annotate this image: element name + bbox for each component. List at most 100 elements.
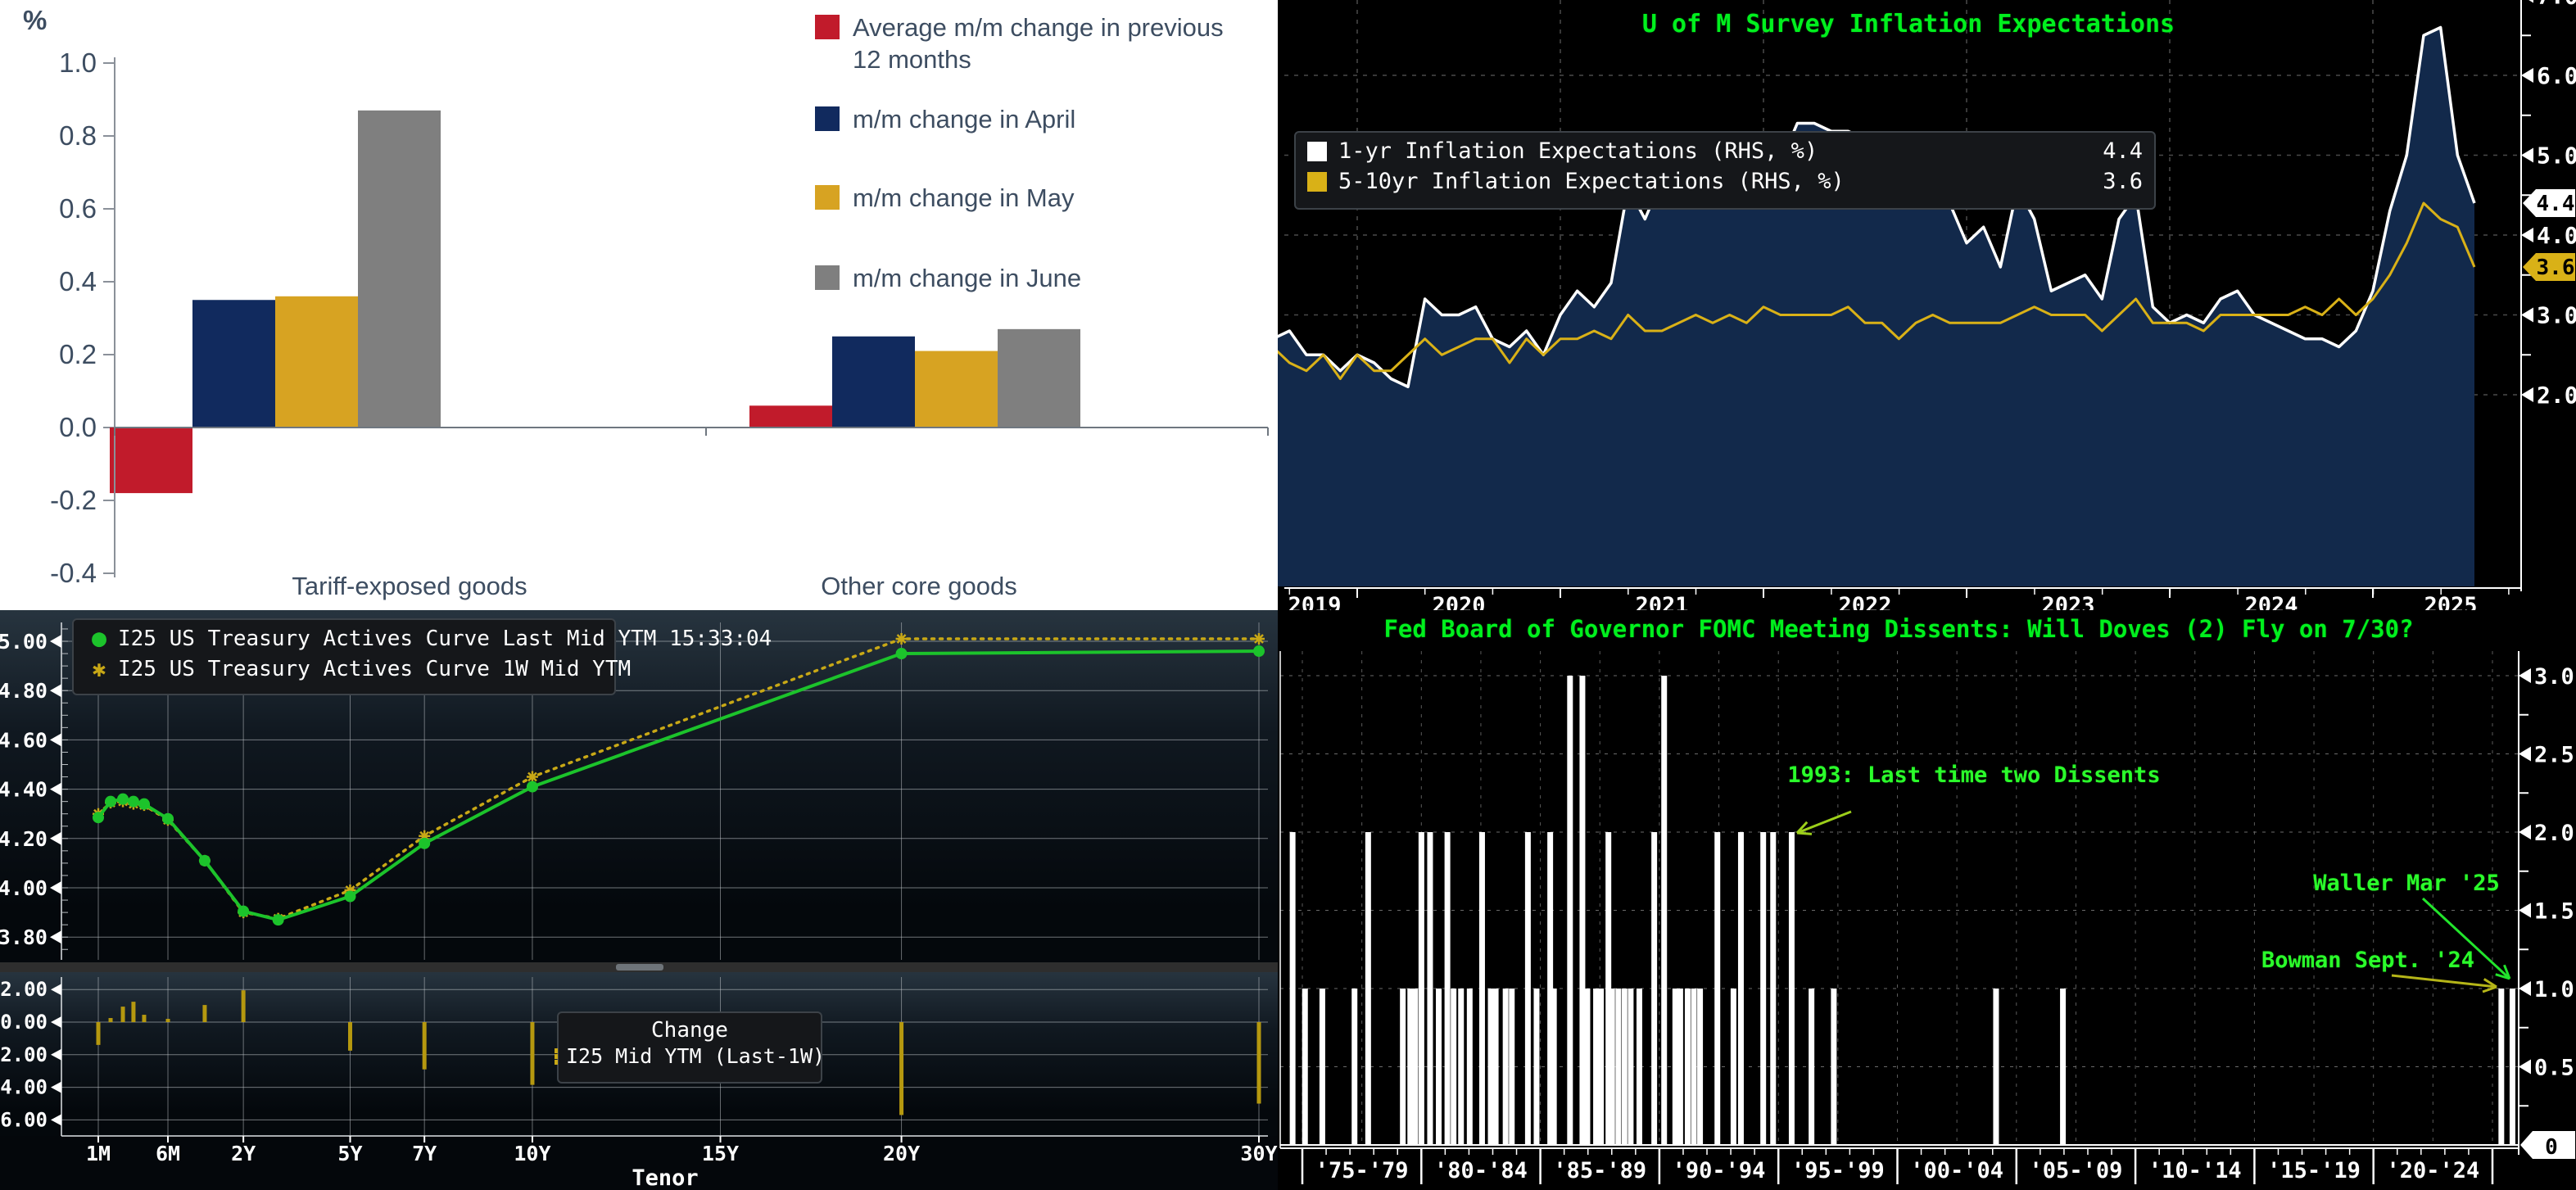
dissent-bar — [1609, 989, 1615, 1145]
legend-swatch-navy — [815, 106, 840, 131]
change-legend-box: Change I25 Mid YTM (Last-1W) — [557, 1011, 822, 1084]
bar-0-1 — [749, 405, 832, 428]
circle-marker — [527, 781, 538, 793]
panel-fomc-dissents-chart: '75-'79'80-'84'85-'89'90-'94'95-'99'00-'… — [1278, 610, 2576, 1190]
y-tick-arrow — [2519, 747, 2531, 762]
y-tick-arrow — [2519, 903, 2531, 918]
y-tick-arrow — [2519, 981, 2531, 996]
legend-swatch-red — [815, 15, 840, 39]
y-tick-arrow — [51, 1016, 61, 1028]
category-label-other-core-goods: Other core goods — [821, 572, 1017, 601]
x-tick-label: 2022 — [1838, 593, 1891, 610]
change-bar — [109, 1018, 113, 1022]
y-tick-label: 1.5 — [2534, 899, 2574, 925]
y-tick-label: 6.0 — [2537, 62, 2576, 89]
x-tick-label: 2020 — [1432, 593, 1485, 610]
zero-badge-text: 0 — [2545, 1135, 2558, 1160]
dissent-bar — [1427, 832, 1433, 1145]
x-tick-label: 2019 — [1288, 593, 1341, 610]
fomc-dissents-chart: '75-'79'80-'84'85-'89'90-'94'95-'99'00-'… — [1278, 610, 2576, 1190]
y-tick-arrow — [50, 733, 61, 746]
circle-marker — [1253, 645, 1265, 657]
dissent-bar — [1584, 989, 1590, 1145]
y-tick-label: 0.6 — [59, 193, 97, 224]
dissent-bar — [1789, 832, 1795, 1145]
annotation-arrowhead — [1797, 833, 1812, 834]
bar-3-1 — [998, 329, 1080, 428]
x-axis-title: Tenor — [632, 1165, 698, 1190]
y-tick-label: 3.80 — [0, 925, 48, 949]
legend-swatch-yellow — [1307, 172, 1327, 192]
y-tick-arrow — [2519, 1060, 2531, 1075]
y-tick-label: 0.4 — [59, 266, 97, 296]
annotation-arrowhead — [2483, 987, 2497, 992]
dissent-bar — [1831, 989, 1836, 1145]
dissent-bar — [1458, 989, 1464, 1145]
circle-marker — [162, 813, 174, 825]
legend-item: m/m change in May — [815, 182, 1246, 214]
legend-item: m/m change in April — [815, 103, 1246, 135]
x-tick-label: 7Y — [412, 1142, 437, 1165]
panel-umich-inflation-chart: 7.06.05.04.03.02.04.43.62019202020212022… — [1278, 0, 2576, 610]
dissent-bar — [1637, 989, 1642, 1145]
dissent-bar — [1677, 989, 1683, 1145]
panel-splitter-handle[interactable] — [616, 964, 663, 971]
change-bar — [131, 1002, 135, 1022]
dissent-bar — [1351, 989, 1357, 1145]
change-bar — [899, 1022, 903, 1115]
bar-1-0 — [192, 300, 275, 428]
dissent-bar — [1673, 989, 1678, 1145]
panel-core-goods-chart: 1.00.80.60.40.20.0-0.2-0.4 % Tariff-expo… — [0, 0, 1278, 610]
y-tick-arrow — [2519, 668, 2531, 683]
change-bar — [121, 1007, 125, 1022]
core-goods-bar-chart: 1.00.80.60.40.20.0-0.2-0.4 — [0, 0, 1278, 610]
change-bar — [1257, 1022, 1261, 1104]
change-legend-item: I25 Mid YTM (Last-1W) — [559, 1044, 821, 1068]
legend-label: Average m/m change in previous 12 months — [853, 11, 1246, 75]
chart-title: U of M Survey Inflation Expectations — [1642, 10, 2175, 38]
legend-label: I25 US Treasury Actives Curve Last Mid Y… — [118, 627, 772, 651]
annotation-arrow — [1797, 812, 1851, 833]
dissent-bar — [1436, 989, 1442, 1145]
x-tick-label: '80-'84 — [1434, 1158, 1528, 1183]
dissent-bar — [2510, 989, 2515, 1145]
dissent-bar — [1593, 989, 1599, 1145]
y-tick-arrow — [50, 930, 61, 943]
y-tick-label: 5.00 — [0, 630, 48, 654]
change-legend-title: Change — [559, 1015, 821, 1044]
dissent-bar — [1567, 676, 1573, 1145]
legend-item: ● I25 US Treasury Actives Curve Last Mid… — [74, 623, 614, 654]
legend-swatch-gold — [815, 185, 840, 210]
y-tick-label: 0.8 — [59, 120, 97, 151]
panel-treasury-curve-chart: 5.004.804.604.404.204.003.802.000.00-2.0… — [0, 610, 1278, 1190]
legend-item: 1-yr Inflation Expectations (RHS, %) 4.4 — [1296, 136, 2154, 166]
x-tick-label: 2021 — [1635, 593, 1688, 610]
dissent-bar — [1622, 989, 1628, 1145]
last-value-text: 4.4 — [2537, 192, 2575, 216]
circle-marker — [238, 906, 249, 917]
y-tick-label: 4.00 — [0, 876, 48, 900]
x-tick-label: '00-'04 — [1910, 1158, 2003, 1183]
y-tick-label: -0.2 — [50, 485, 97, 515]
x-tick-label: 5Y — [337, 1142, 362, 1165]
y-tick-arrow — [2521, 228, 2533, 242]
y-tick-label: 7.0 — [2537, 0, 2576, 10]
y-tick-arrow — [51, 1049, 61, 1061]
legend-label: m/m change in June — [853, 262, 1246, 294]
star-marker-icon: ✱ — [85, 655, 113, 682]
bar-2-0 — [275, 296, 358, 428]
y-tick-label: -6.00 — [0, 1108, 48, 1131]
category-label-tariff-goods: Tariff-exposed goods — [292, 572, 527, 601]
dissent-bar — [1412, 989, 1418, 1145]
x-tick-label: '20-'24 — [2386, 1158, 2479, 1183]
circle-marker — [273, 914, 284, 925]
dissent-bar — [1445, 832, 1451, 1145]
y-tick-label: 0.00 — [0, 1011, 48, 1034]
x-tick-label: 30Y — [1240, 1142, 1277, 1165]
x-tick-label: 6M — [156, 1142, 180, 1165]
circle-marker — [138, 799, 150, 810]
legend-label: I25 US Treasury Actives Curve 1W Mid YTM — [118, 657, 631, 681]
x-tick-label: '90-'94 — [1673, 1158, 1766, 1183]
y-tick-arrow — [2521, 0, 2533, 3]
treasury-curve-chart: 5.004.804.604.404.204.003.802.000.00-2.0… — [0, 610, 1278, 1190]
